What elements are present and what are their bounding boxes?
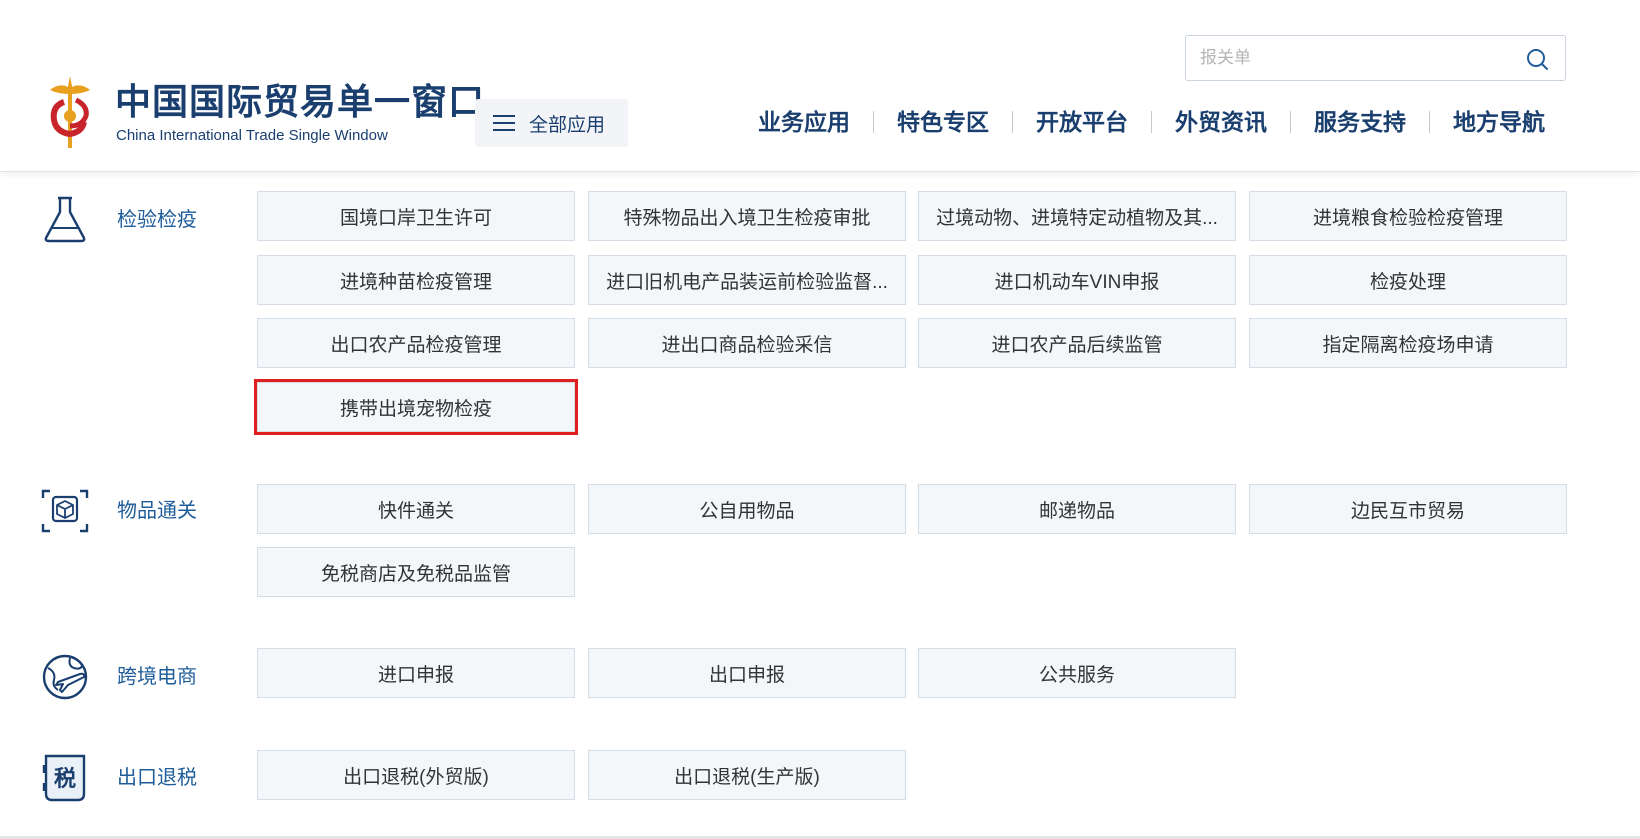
search-input[interactable] [1200, 36, 1520, 80]
app-tile[interactable]: 出口退税(生产版) [588, 750, 906, 800]
customs-emblem-logo[interactable] [42, 72, 98, 152]
app-tile[interactable]: 出口申报 [588, 648, 906, 698]
app-tile[interactable]: 进口机动车VIN申报 [918, 255, 1236, 305]
brand-name-cn[interactable]: 中国国际贸易单一窗口 [115, 80, 485, 124]
site-header: 中国国际贸易单一窗口 China International Trade Sin… [0, 0, 1640, 172]
app-tile-pet-exit-quarantine[interactable]: 携带出境宠物检疫 [254, 379, 578, 435]
nav-service-support[interactable]: 服务支持 [1314, 102, 1406, 142]
app-tile[interactable]: 免税商店及免税品监管 [257, 547, 575, 597]
nav-featured-zone[interactable]: 特色专区 [897, 102, 989, 142]
app-tile[interactable]: 出口退税(外贸版) [257, 750, 575, 800]
app-tile[interactable]: 特殊物品出入境卫生检疫审批 [588, 191, 906, 241]
nav-separator [1151, 111, 1152, 133]
nav-separator [1290, 111, 1291, 133]
search-icon[interactable] [1525, 47, 1549, 71]
category-label-goods-clearance[interactable]: 物品通关 [117, 496, 197, 526]
category-label-cross-border-ecommerce[interactable]: 跨境电商 [117, 662, 197, 692]
hamburger-menu-icon [493, 115, 515, 131]
app-tile[interactable]: 进出口商品检验采信 [588, 318, 906, 368]
app-tile[interactable]: 快件通关 [257, 484, 575, 534]
category-label-inspection-quarantine[interactable]: 检验检疫 [117, 205, 197, 235]
app-tile[interactable]: 公共服务 [918, 648, 1236, 698]
app-tile[interactable]: 出口农产品检疫管理 [257, 318, 575, 368]
app-tile[interactable]: 邮递物品 [918, 484, 1236, 534]
all-apps-button[interactable]: 全部应用 [475, 99, 628, 147]
app-tile[interactable]: 进口旧机电产品装运前检验监督... [588, 255, 906, 305]
nav-business-apps[interactable]: 业务应用 [758, 102, 850, 142]
nav-trade-news[interactable]: 外贸资讯 [1175, 102, 1267, 142]
nav-open-platform[interactable]: 开放平台 [1036, 102, 1128, 142]
app-tile[interactable]: 进境粮食检验检疫管理 [1249, 191, 1567, 241]
tax-document-icon: 税 [42, 754, 86, 802]
package-scan-icon [41, 489, 89, 533]
app-tile[interactable]: 指定隔离检疫场申请 [1249, 318, 1567, 368]
app-tile[interactable]: 进口农产品后续监管 [918, 318, 1236, 368]
app-tile[interactable]: 边民互市贸易 [1249, 484, 1567, 534]
app-tile[interactable]: 国境口岸卫生许可 [257, 191, 575, 241]
app-tile[interactable]: 进境种苗检疫管理 [257, 255, 575, 305]
app-tile[interactable]: 进口申报 [257, 648, 575, 698]
globe-plane-icon [42, 654, 88, 700]
all-apps-label: 全部应用 [529, 114, 606, 136]
brand-name-en[interactable]: China International Trade Single Window [116, 127, 388, 145]
app-tile[interactable]: 检疫处理 [1249, 255, 1567, 305]
nav-separator [1429, 111, 1430, 133]
app-tile[interactable]: 过境动物、进境特定动植物及其... [918, 191, 1236, 241]
category-label-export-tax-refund[interactable]: 出口退税 [117, 763, 197, 793]
tax-icon-glyph: 税 [54, 766, 76, 792]
search-box [1185, 35, 1566, 81]
flask-icon [44, 196, 86, 243]
app-tile[interactable]: 公自用物品 [588, 484, 906, 534]
main-nav: 业务应用 特色专区 开放平台 外贸资讯 服务支持 地方导航 [758, 102, 1545, 142]
nav-local-navigation[interactable]: 地方导航 [1453, 102, 1545, 142]
nav-separator [1012, 111, 1013, 133]
nav-separator [873, 111, 874, 133]
